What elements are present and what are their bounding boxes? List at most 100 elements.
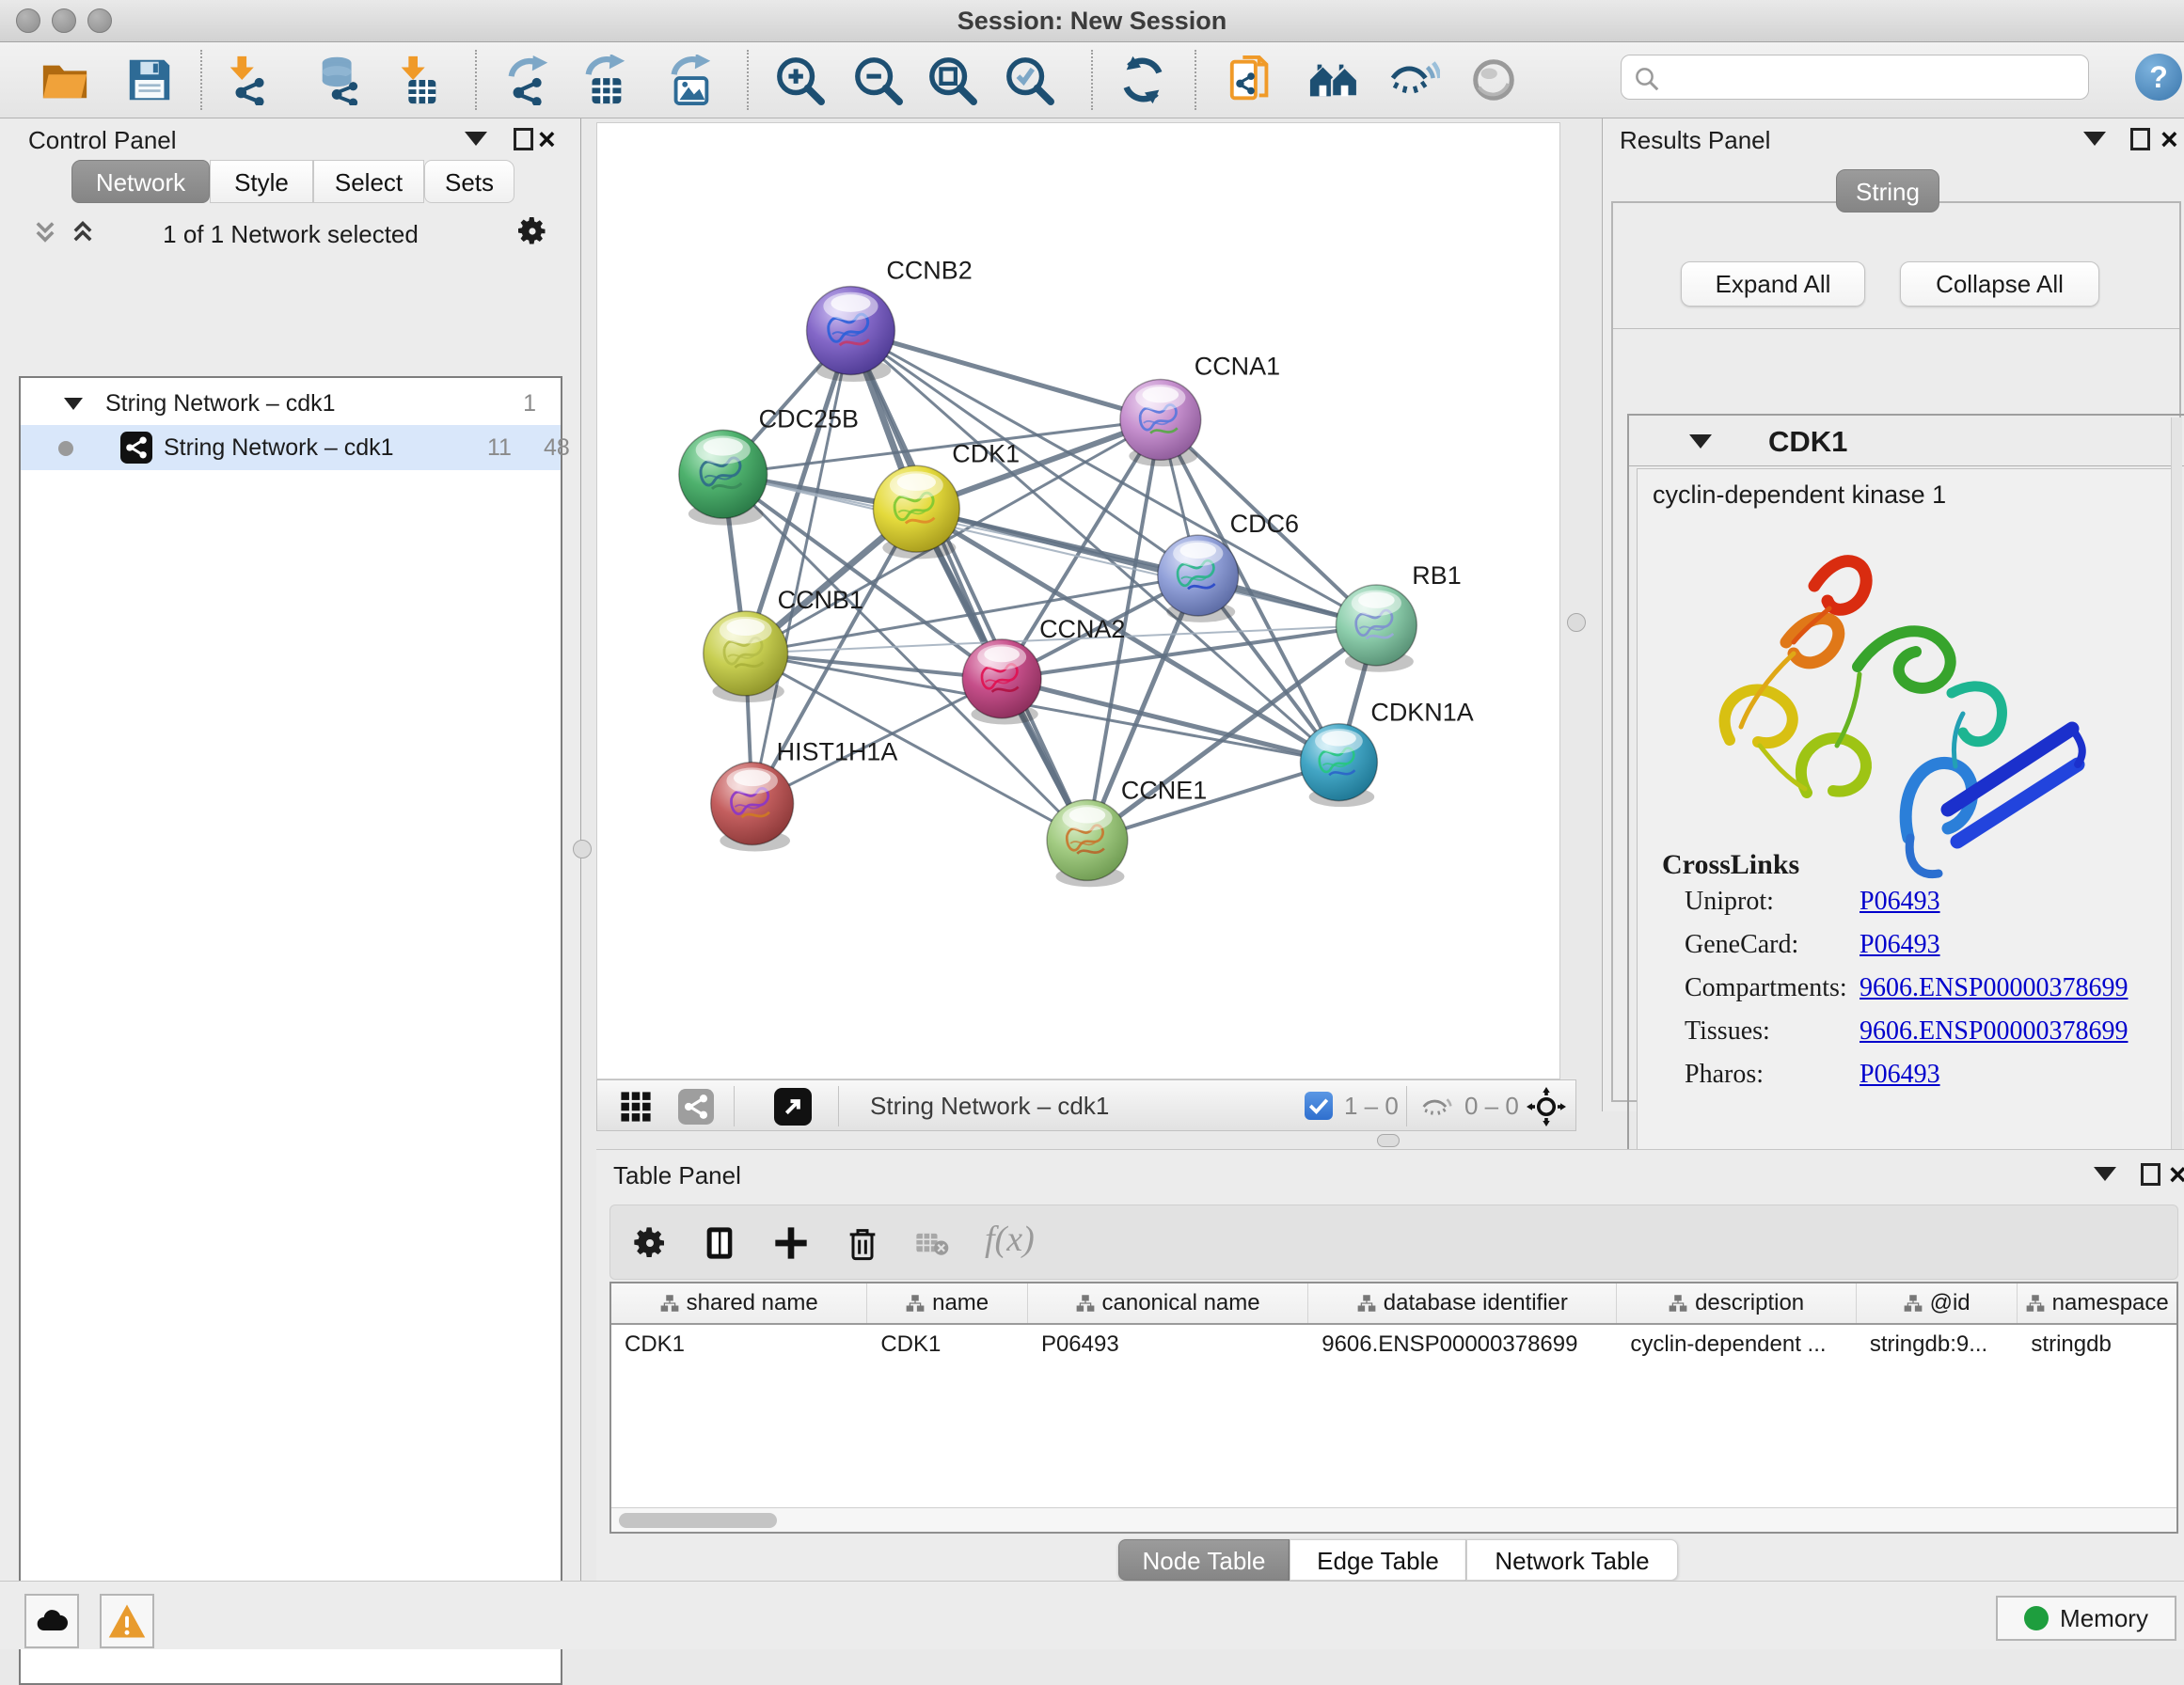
selected-checkbox-icon[interactable] [1305,1092,1333,1120]
column-header[interactable]: description [1617,1283,1856,1323]
warning-status-button[interactable] [100,1594,154,1648]
expand-all-button[interactable]: Expand All [1681,261,1865,307]
node-CDK1[interactable] [873,465,959,559]
float-panel-button[interactable] [514,128,533,150]
cloud-status-button[interactable] [24,1594,79,1648]
function-builder-button-disabled[interactable]: f(x) [985,1219,1035,1260]
table-row[interactable]: CDK1 CDK1 P06493 9606.ENSP00000378699 cy… [611,1325,2176,1366]
edge-CCNB2-CCNA1[interactable] [850,331,1160,420]
memory-button[interactable]: Memory [1996,1596,2176,1641]
table-options-button[interactable] [631,1224,669,1262]
create-column-button[interactable] [772,1224,810,1262]
share-document-button[interactable] [1226,54,1278,106]
hide-panel-button[interactable] [1388,54,1441,106]
crosslink-uniprot[interactable]: P06493 [1860,887,1940,917]
right-splitter-handle[interactable] [1567,613,1586,632]
tab-sets[interactable]: Sets [424,160,514,203]
node-HIST1H1A[interactable] [711,763,794,852]
node-CDKN1A[interactable] [1301,724,1378,807]
node-CCNB1[interactable] [704,611,788,702]
export-network-button[interactable] [501,54,554,106]
help-button[interactable]: ? [2135,54,2182,101]
show-panel-button[interactable] [1467,54,1520,106]
home-button[interactable] [1307,54,1360,106]
zoom-fit-button[interactable] [926,54,978,106]
node-label-CDKN1A: CDKN1A [1370,699,1473,727]
network-row-selected[interactable]: String Network – cdk1 11 48 [21,425,561,470]
tab-network[interactable]: Network [71,160,210,203]
search-input[interactable] [1667,57,2081,97]
crosslink-compartments[interactable]: 9606.ENSP00000378699 [1860,973,2128,1003]
open-session-button[interactable] [39,54,91,106]
close-panel-button[interactable]: × [538,126,556,152]
column-header[interactable]: database identifier [1308,1283,1617,1323]
scrollbar-thumb[interactable] [619,1513,777,1528]
fit-content-button[interactable] [1527,1087,1566,1126]
import-table-button[interactable] [391,54,444,106]
left-splitter-handle[interactable] [573,840,592,858]
zoom-selected-button[interactable] [1003,54,1055,106]
crosslink-pharos[interactable]: P06493 [1860,1060,1940,1090]
tab-edge-table[interactable]: Edge Table [1290,1539,1466,1581]
tab-select[interactable]: Select [313,160,424,203]
search-box[interactable] [1621,55,2089,100]
column-header[interactable]: name [867,1283,1028,1323]
table-panel: Table Panel × f(x) shared name name cano… [596,1149,2184,1581]
save-session-button[interactable] [123,54,176,106]
birds-eye-grid-button[interactable] [620,1091,652,1123]
panel-menu-icon[interactable] [2083,132,2106,146]
edge-CCNB2-HIST1H1A[interactable] [752,331,851,804]
hidden-count: 0 – 0 [1464,1080,1519,1132]
crosshair-icon [1527,1087,1566,1126]
panel-menu-icon[interactable] [465,132,487,146]
zoom-out-button[interactable] [851,54,904,106]
close-panel-button[interactable]: × [2160,126,2178,152]
node-CDC6[interactable] [1158,535,1239,622]
homes-icon [1308,55,1359,105]
table-toolbar: f(x) [609,1205,2178,1280]
node-RB1[interactable] [1336,585,1416,672]
column-header[interactable]: shared name [611,1283,867,1323]
node-CDC25B[interactable] [679,430,768,525]
tab-style[interactable]: Style [210,160,313,203]
column-header[interactable]: namespace [2018,1283,2176,1323]
network-options-button[interactable] [515,214,549,248]
delete-column-button[interactable] [844,1224,881,1262]
zoom-in-button[interactable] [773,54,826,106]
close-panel-button[interactable]: × [2169,1161,2184,1188]
crosslink-genecard[interactable]: P06493 [1860,930,1940,960]
collapse-all-button[interactable]: Collapse All [1900,261,2099,307]
import-network-button[interactable] [222,54,275,106]
panel-menu-icon[interactable] [2094,1167,2116,1181]
cdk1-section-header[interactable]: CDK1 [1629,416,2184,466]
tab-node-table[interactable]: Node Table [1118,1539,1290,1581]
tab-network-table[interactable]: Network Table [1466,1539,1678,1581]
float-panel-button[interactable] [2141,1163,2160,1186]
results-scrollbar[interactable] [2171,417,2182,1179]
column-header[interactable]: @id [1857,1283,2018,1323]
string-toggle-button[interactable] [678,1089,714,1125]
export-table-button[interactable] [578,54,631,106]
crosslink-tissues[interactable]: 9606.ENSP00000378699 [1860,1016,2128,1047]
tab-string[interactable]: String [1836,169,1939,213]
refresh-button[interactable] [1116,54,1169,106]
node-CCNA2[interactable] [962,639,1041,725]
open-in-browser-button[interactable] [774,1088,812,1126]
section-collapse-icon[interactable] [1689,434,1712,449]
node-CCNB2[interactable] [807,287,895,382]
node-CCNE1[interactable] [1047,800,1128,888]
gear-icon [631,1224,669,1262]
network-collection-row[interactable]: String Network – cdk1 1 [21,382,561,425]
export-image-button[interactable] [664,54,717,106]
edge-CDK1-RB1[interactable] [916,509,1376,625]
network-view-canvas[interactable]: CCNB2CCNA1CDC25BCDK1CDC6RB1CCNB1CCNA2CDK… [596,122,1560,1079]
float-panel-button[interactable] [2130,128,2150,150]
column-header[interactable]: canonical name [1028,1283,1308,1323]
bottom-splitter-handle[interactable] [1377,1134,1400,1147]
collection-expand-icon[interactable] [64,398,83,410]
show-columns-button[interactable] [701,1224,738,1262]
horizontal-scrollbar[interactable] [611,1507,2176,1532]
import-database-button[interactable] [314,54,367,106]
node-CCNA1[interactable] [1120,379,1201,466]
delete-table-button-disabled[interactable] [915,1230,949,1258]
